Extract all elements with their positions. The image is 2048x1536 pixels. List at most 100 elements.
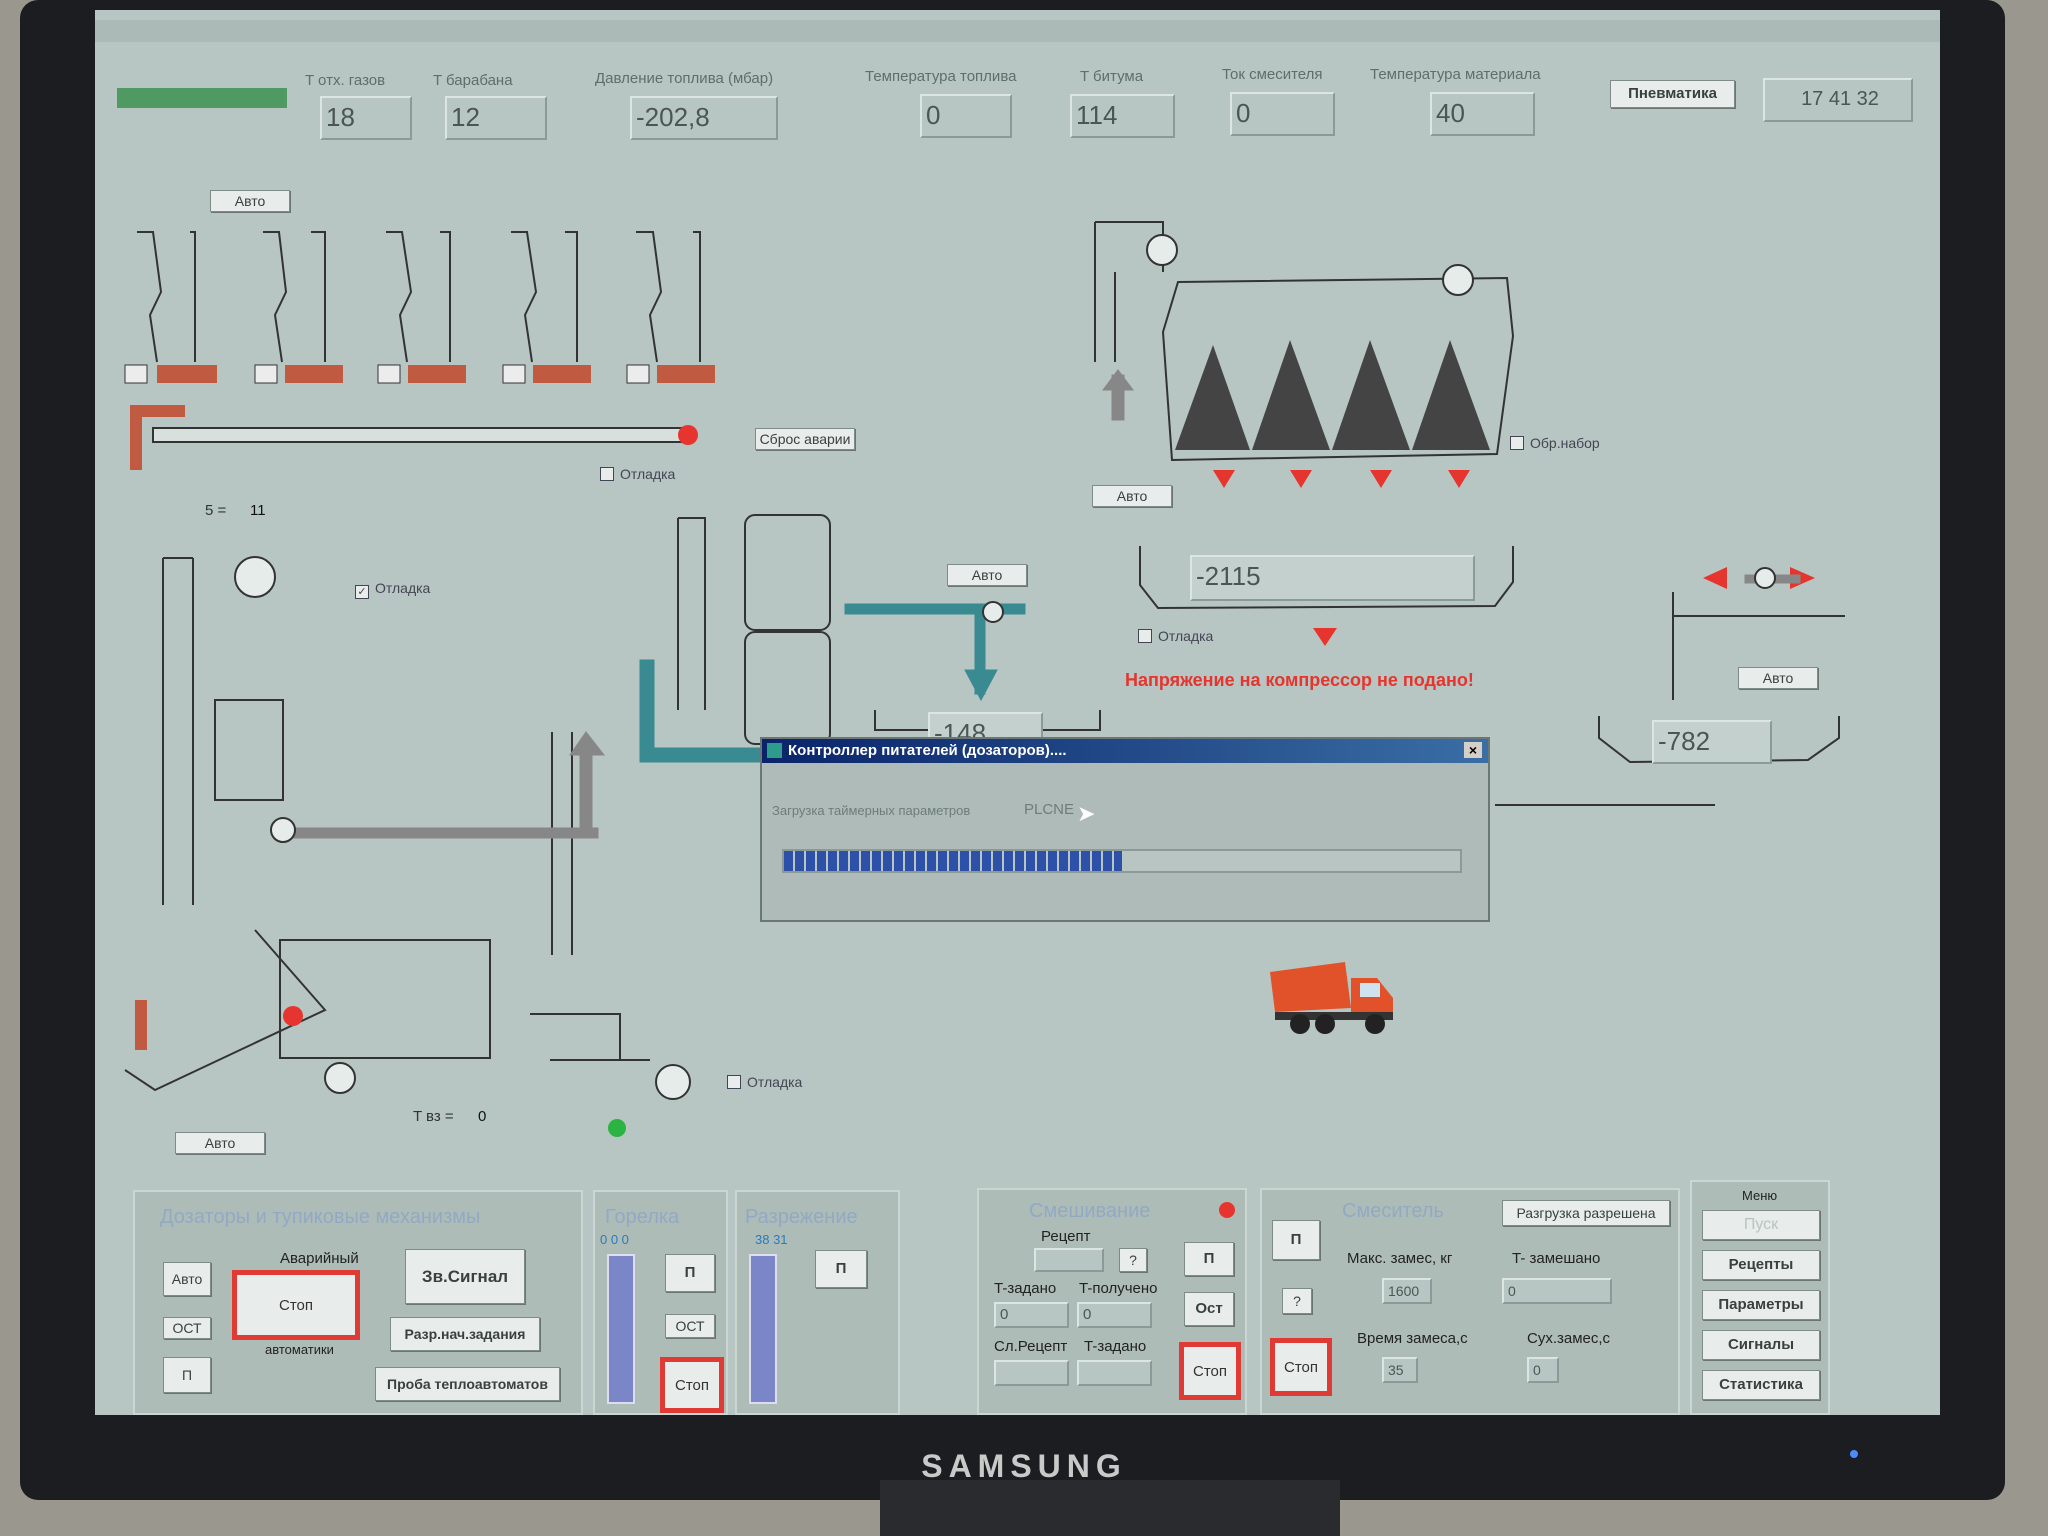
debug-checkbox-dust[interactable]: Отладка <box>727 1074 802 1090</box>
t-set2-label: T-задано <box>1084 1338 1147 1355</box>
bitumen-valve <box>1313 628 1337 646</box>
button-label: Стоп <box>1284 1358 1318 1376</box>
close-icon[interactable]: × <box>1464 742 1482 758</box>
burner-ticks: 0 0 0 <box>600 1232 629 1247</box>
mixing-stop-button[interactable]: Стоп <box>1179 1342 1241 1400</box>
t-mixed-value: 0 <box>1502 1278 1612 1304</box>
debug-checkbox-bitumen[interactable]: Отладка <box>1138 628 1213 644</box>
menu-title: Меню <box>1742 1188 1778 1203</box>
progress-bar-fill <box>784 851 1122 871</box>
recipe-query-button[interactable]: ? <box>1119 1248 1147 1272</box>
sound-signal-button[interactable]: Зв.Сигнал <box>405 1249 525 1304</box>
mouse-cursor: ➤ <box>1077 801 1096 826</box>
hopper-value-bitumen: -2115 <box>1190 555 1475 601</box>
checkbox-box <box>1510 436 1524 450</box>
recipe-label: Рецепт <box>1041 1228 1091 1245</box>
dry-mix-value[interactable]: 0 <box>1527 1357 1559 1383</box>
mixer-p-button[interactable]: П <box>1272 1220 1320 1260</box>
menu-start-button[interactable]: Пуск <box>1702 1210 1820 1240</box>
mixing-ost-button[interactable]: Ост <box>1184 1292 1234 1326</box>
heat-test-button[interactable]: Проба теплоавтоматов <box>375 1367 560 1401</box>
panel-mixer: Смеситель Разгрузка разрешена П ? Стоп М… <box>1260 1188 1680 1415</box>
mix-time-value[interactable]: 35 <box>1382 1357 1418 1383</box>
reset-alarm-button[interactable]: Сброс аварии <box>755 428 855 450</box>
next-recipe-input[interactable] <box>994 1360 1069 1386</box>
riser-arrow <box>569 731 606 756</box>
start-tasks-button[interactable]: Разр.нач.задания <box>390 1317 540 1351</box>
tbz-value: 0 <box>478 1108 487 1125</box>
burner-slider[interactable] <box>607 1254 635 1404</box>
silo-compartment-4 <box>1412 340 1490 450</box>
monitor-stand <box>880 1480 1340 1536</box>
silo-compartment-3 <box>1332 340 1410 450</box>
unload-allowed-button[interactable]: Разгрузка разрешена <box>1502 1200 1670 1226</box>
ost-button[interactable]: ОСТ <box>163 1317 211 1339</box>
checkbox-label: Отладка <box>375 580 431 596</box>
auto-button-mineral[interactable]: Авто <box>947 564 1027 586</box>
emergency-stop-button[interactable]: Стоп <box>232 1270 360 1340</box>
checkbox-box: ✓ <box>355 585 369 599</box>
dialog-device: PLCNE <box>1024 801 1075 818</box>
auto-button-filler[interactable]: Авто <box>1738 667 1818 689</box>
feeder-motor-4 <box>533 365 591 383</box>
panel-title: Смеситель <box>1342 1200 1444 1222</box>
t-got-label: T-получено <box>1079 1280 1158 1297</box>
checkbox-box <box>1138 629 1152 643</box>
debug-checkbox-feeders[interactable]: Отладка <box>600 466 675 482</box>
feeder-bin-1 <box>137 231 196 363</box>
max-batch-value[interactable]: 1600 <box>1382 1278 1432 1304</box>
dialog-titlebar: Контроллер питателей (дозаторов).... × <box>762 739 1488 763</box>
burner-ost-button[interactable]: ОСТ <box>665 1314 715 1338</box>
feeder-motor-3 <box>408 365 466 383</box>
button-label: Стоп <box>1193 1362 1227 1380</box>
menu-recipes-button[interactable]: Рецепты <box>1702 1250 1820 1280</box>
feeder-controller-dialog: Контроллер питателей (дозаторов).... × З… <box>760 737 1490 922</box>
drum-feed-arrow <box>135 1000 147 1050</box>
panel-title: Разрежение <box>745 1206 858 1228</box>
power-led <box>1850 1450 1858 1458</box>
menu-params-button[interactable]: Параметры <box>1702 1290 1820 1320</box>
recipe-input[interactable] <box>1034 1248 1104 1272</box>
panel-feeders: Дозаторы и тупиковые механизмы Авто ОСТ … <box>133 1190 583 1415</box>
burner-stop-button[interactable]: Стоп <box>660 1357 724 1413</box>
mixer-query-button[interactable]: ? <box>1282 1288 1312 1314</box>
checkbox-label: Отладка <box>1158 628 1214 644</box>
t-set2-input[interactable] <box>1077 1360 1152 1386</box>
t-set-label: T-задано <box>994 1280 1057 1297</box>
automatics-label: автоматики <box>265 1342 334 1357</box>
pump-running-indicator <box>608 1119 626 1137</box>
button-label: Стоп <box>675 1376 709 1394</box>
dialog-title: Контроллер питателей (дозаторов).... <box>788 742 1067 759</box>
auto-button-bottom[interactable]: Авто <box>163 1262 211 1296</box>
mix-time-label: Время замеса,с <box>1357 1330 1468 1347</box>
dust-duct <box>530 1013 650 1061</box>
next-recipe-label: Сл.Рецепт <box>994 1338 1068 1355</box>
rarefaction-p-button[interactable]: П <box>815 1250 867 1288</box>
tower-bin-2 <box>744 631 831 745</box>
app-icon <box>767 743 782 758</box>
p-button[interactable]: П <box>163 1357 211 1393</box>
panel-title: Дозаторы и тупиковые механизмы <box>160 1206 481 1228</box>
counter-value: 11 <box>250 502 266 519</box>
mixing-p-button[interactable]: П <box>1184 1242 1234 1276</box>
checkbox-box <box>600 467 614 481</box>
progress-bar <box>782 849 1462 873</box>
burner-p-button[interactable]: П <box>665 1254 715 1292</box>
t-mixed-label: T- замешано <box>1512 1250 1601 1267</box>
menu-signals-button[interactable]: Сигналы <box>1702 1330 1820 1360</box>
auto-button-silo[interactable]: Авто <box>1092 485 1172 507</box>
checkbox-label: Отладка <box>747 1074 803 1090</box>
checkbox-label: Обр.набор <box>1530 435 1600 451</box>
auto-button-drum[interactable]: Авто <box>175 1132 265 1154</box>
auto-button-feeders[interactable]: Авто <box>210 190 290 212</box>
mixer-stop-button[interactable]: Стоп <box>1270 1338 1332 1396</box>
feeder-bin-2 <box>263 231 326 363</box>
rarefaction-slider[interactable] <box>749 1254 777 1404</box>
obr-nabor-checkbox[interactable]: Обр.набор <box>1510 435 1600 451</box>
mixing-alarm-indicator <box>1219 1202 1235 1218</box>
menu-stats-button[interactable]: Статистика <box>1702 1370 1820 1400</box>
panel-title: Смешивание <box>1029 1200 1151 1222</box>
silo-compartment-2 <box>1252 340 1330 450</box>
debug-checkbox-dryer[interactable]: ✓ Отладка <box>355 580 430 599</box>
belt-alarm-indicator <box>678 425 698 445</box>
